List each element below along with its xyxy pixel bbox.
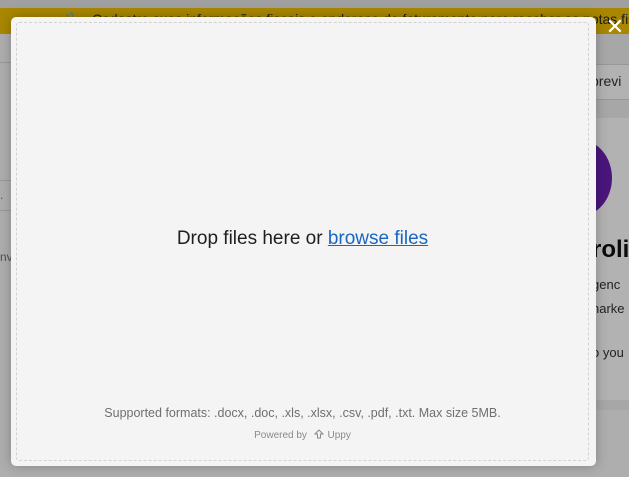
supported-formats: Supported formats: .docx, .doc, .xls, .x…: [104, 406, 501, 420]
file-dropzone[interactable]: Drop files here or browse files Supporte…: [16, 22, 589, 461]
powered-by[interactable]: Powered by Uppy: [17, 429, 588, 441]
close-button[interactable]: ✕: [604, 15, 626, 39]
browse-files-link[interactable]: browse files: [328, 228, 428, 249]
drop-prefix: Drop files here or: [176, 228, 323, 249]
drop-instructions: Drop files here or browse files: [17, 228, 588, 250]
close-icon: ✕: [605, 14, 625, 39]
uppy-brand: Uppy: [327, 430, 351, 441]
uppy-logo-icon: [313, 429, 324, 439]
upload-modal: Drop files here or browse files Supporte…: [11, 17, 596, 466]
powered-by-label: Powered by: [254, 430, 307, 441]
